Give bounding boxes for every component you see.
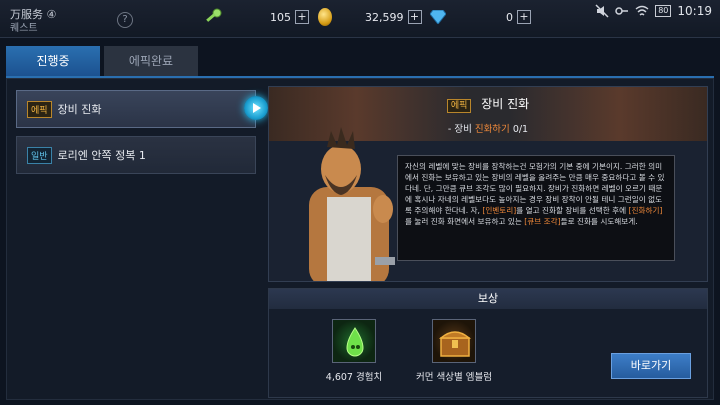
dialog-highlight-cube: [큐브 조각] bbox=[524, 217, 561, 226]
epic-badge: 에픽 bbox=[446, 99, 472, 113]
vpn-key-icon bbox=[615, 7, 629, 15]
npc-character-portrait bbox=[309, 127, 395, 281]
gold-coin-icon bbox=[318, 8, 332, 26]
dialog-text: 들로 진화를 시도해보게. bbox=[560, 217, 638, 226]
quest-title: 로리엔 안쪽 정복 1 bbox=[57, 149, 146, 162]
gem-icon bbox=[430, 10, 446, 24]
detail-title-row: 에픽 장비 진화 bbox=[269, 95, 707, 113]
quest-item-lorien-conquest[interactable]: 일반 로리엔 안쪽 정복 1 bbox=[16, 136, 256, 174]
reward-header: 보상 bbox=[269, 289, 707, 309]
gold-counter: 32,599 + bbox=[365, 10, 422, 24]
mute-icon bbox=[595, 4, 609, 18]
reward-item-emblem[interactable]: 커먼 색상별 엠블럼 bbox=[409, 319, 499, 383]
objective-progress: 0/1 bbox=[509, 124, 529, 135]
gold-value: 32,599 bbox=[365, 10, 404, 24]
gem-counter: 0 + bbox=[506, 10, 531, 24]
treasure-chest-icon bbox=[432, 319, 476, 363]
reward-panel: 보상 4,607 경험치 커먼 색상별 엠블럼 바로가기 bbox=[268, 288, 708, 398]
zone-title[interactable]: 万服务 ④ 퀘스트 bbox=[10, 6, 56, 34]
reward-item-exp[interactable]: 4,607 경험치 bbox=[309, 319, 399, 383]
detail-title: 장비 진화 bbox=[481, 97, 530, 111]
quest-detail-panel: 에픽 장비 진화 - 장비 진화하기 0/1 자신의 레벨에 맞는 장비를 장착… bbox=[268, 86, 708, 282]
help-icon[interactable]: ? bbox=[117, 12, 133, 28]
key-icon bbox=[206, 8, 222, 22]
quest-item-equipment-evolution[interactable]: 에픽 장비 진화 bbox=[16, 90, 256, 128]
go-now-button[interactable]: 바로가기 bbox=[611, 353, 691, 379]
add-keys-button[interactable]: + bbox=[295, 10, 309, 24]
add-gold-button[interactable]: + bbox=[407, 10, 422, 24]
wifi-icon bbox=[635, 5, 649, 16]
quest-label: 퀘스트 bbox=[10, 23, 38, 34]
tab-epic-completed[interactable]: 에픽완료 bbox=[104, 46, 198, 76]
play-icon[interactable] bbox=[244, 96, 268, 120]
system-status: 80 10:19 bbox=[595, 4, 712, 18]
clock: 10:19 bbox=[677, 4, 712, 18]
dialog-highlight-inventory: [인벤토리] bbox=[482, 206, 517, 215]
normal-badge: 일반 bbox=[27, 146, 52, 164]
dialog-text: 를 열고 진화할 장비를 선택한 후에 bbox=[516, 206, 629, 215]
keys-value: 105 bbox=[270, 10, 291, 24]
tab-in-progress[interactable]: 진행중 bbox=[6, 46, 100, 76]
gem-value: 0 bbox=[506, 10, 513, 24]
npc-dialog-box: 자신의 레벨에 맞는 장비를 장착하는건 모험가의 기본 중에 기본이지. 그러… bbox=[397, 155, 675, 261]
objective-prefix: - 장비 bbox=[447, 124, 475, 135]
keys-counter: 105 + bbox=[270, 10, 309, 24]
add-gems-button[interactable]: + bbox=[517, 10, 531, 24]
reward-label: 4,607 경험치 bbox=[325, 372, 383, 383]
dialog-text: 를 눌러 진화 화면에서 보유하고 있는 bbox=[405, 217, 525, 226]
top-status-bar: 万服务 ④ 퀘스트 ? 105 + 32,599 + 0 + 80 10:19 bbox=[0, 0, 720, 38]
epic-badge: 에픽 bbox=[27, 100, 52, 118]
battery-icon: 80 bbox=[655, 5, 672, 17]
quest-title: 장비 진화 bbox=[57, 103, 102, 116]
exp-potion-icon bbox=[332, 319, 376, 363]
dialog-highlight-evolve: [진화하기] bbox=[628, 206, 663, 215]
objective-highlight: 진화하기 bbox=[474, 124, 510, 135]
reward-label: 커먼 색상별 엠블럼 bbox=[416, 372, 492, 383]
